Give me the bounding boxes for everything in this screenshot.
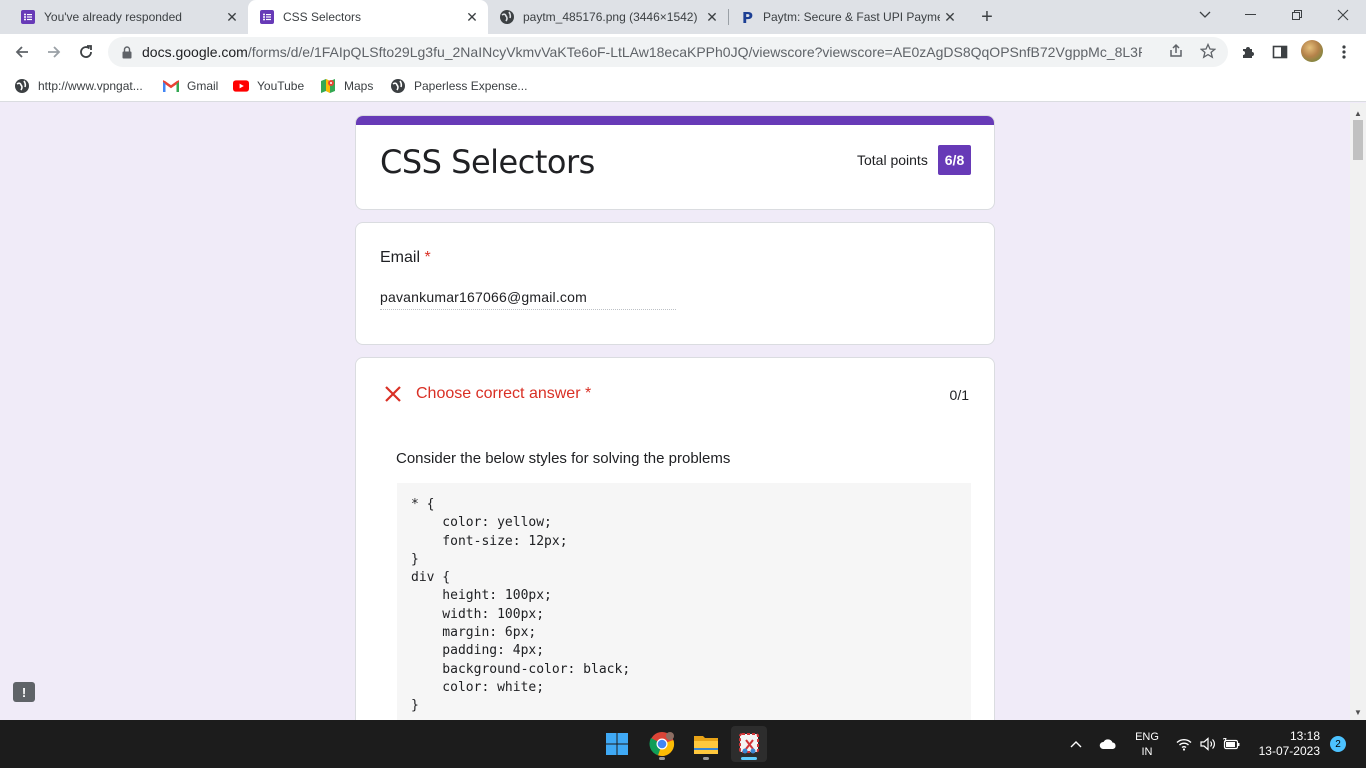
onedrive-cloud-icon[interactable] — [1096, 720, 1120, 768]
extensions-icon[interactable] — [1237, 41, 1259, 63]
email-card: Email * pavankumar167066@gmail.com — [355, 222, 995, 345]
form-title-card: CSS Selectors Total points 6/8 — [355, 115, 995, 210]
minimize-button[interactable] — [1231, 0, 1271, 30]
bookmark-label: Maps — [344, 79, 374, 93]
restore-button[interactable] — [1277, 0, 1317, 30]
total-points-label: Total points — [857, 152, 928, 168]
report-feedback-button[interactable]: ! — [13, 682, 35, 702]
bookmark-label: Paperless Expense... — [414, 79, 528, 93]
email-field: pavankumar167066@gmail.com — [380, 289, 676, 310]
tab-already-responded[interactable]: You've already responded ✕ — [0, 0, 248, 34]
gmail-icon — [163, 78, 179, 94]
new-tab-button[interactable]: + — [976, 6, 998, 28]
bookmark-label: YouTube — [257, 79, 305, 93]
question-title: Choose correct answer * — [416, 385, 591, 403]
browser-toolbar: docs.google.com/forms/d/e/1FAIpQLSfto29L… — [0, 34, 1366, 70]
tab-search-icon[interactable] — [1185, 0, 1225, 30]
language-indicator[interactable]: ENG IN — [1133, 730, 1161, 760]
more-menu-icon[interactable] — [1333, 41, 1355, 63]
tab-label: Paytm: Secure & Fast UPI Paymen — [763, 10, 940, 24]
bookmark-label: http://www.vpngat... — [38, 79, 143, 93]
region-code: IN — [1141, 746, 1153, 758]
tab-label: You've already responded — [44, 10, 182, 24]
language-code: ENG — [1135, 731, 1159, 743]
bookmark-paperless-expense[interactable]: Paperless Expense... — [390, 76, 527, 96]
show-hidden-icons-chevron-icon[interactable] — [1066, 720, 1086, 768]
battery-icon[interactable] — [1221, 720, 1243, 768]
running-indicator — [703, 757, 709, 760]
globe-icon — [14, 78, 30, 94]
question-title-text: Choose correct answer — [416, 385, 581, 402]
clock-date: 13-07-2023 — [1258, 744, 1320, 758]
paytm-icon: P — [739, 9, 755, 25]
email-label: Email * — [380, 249, 431, 267]
question-description: Consider the below styles for solving th… — [396, 450, 731, 467]
scroll-thumb[interactable] — [1353, 120, 1363, 160]
tab-label: CSS Selectors — [283, 10, 362, 24]
reload-button[interactable] — [72, 38, 100, 66]
running-indicator — [741, 757, 757, 760]
maps-icon — [320, 78, 336, 94]
form-title: CSS Selectors — [380, 143, 595, 181]
scroll-down-arrow-icon[interactable]: ▼ — [1350, 704, 1366, 720]
tab-label: paytm_485176.png (3446×1542) — [523, 10, 698, 24]
tab-paytm-site[interactable]: P Paytm: Secure & Fast UPI Paymen ✕ — [728, 0, 966, 34]
close-window-button[interactable] — [1323, 0, 1363, 30]
bookmarks-bar: http://www.vpngat... Gmail YouTube Maps … — [0, 70, 1366, 102]
system-clock[interactable]: 13:18 13-07-2023 — [1254, 729, 1320, 759]
close-tab-icon[interactable]: ✕ — [462, 7, 482, 27]
windows-taskbar: ENG IN 13:18 13-07-2023 2 — [0, 720, 1366, 768]
clock-time: 13:18 — [1289, 729, 1320, 743]
forward-button[interactable] — [40, 38, 68, 66]
bookmark-star-icon[interactable] — [1198, 41, 1218, 61]
bookmark-vpngate[interactable]: http://www.vpngat... — [14, 76, 143, 96]
share-icon[interactable] — [1166, 41, 1186, 61]
close-tab-icon[interactable]: ✕ — [702, 7, 722, 27]
google-forms-icon — [20, 9, 36, 25]
email-label-text: Email — [380, 249, 421, 266]
code-block: * { color: yellow; font-size: 12px; } di… — [397, 483, 971, 720]
globe-icon — [390, 78, 406, 94]
url-path: /forms/d/e/1FAIpQLSfto29Lg3fu_2NaINcyVkm… — [247, 44, 1142, 60]
file-explorer-icon[interactable] — [688, 726, 724, 762]
scroll-up-arrow-icon[interactable]: ▲ — [1350, 105, 1366, 121]
profile-avatar[interactable] — [1301, 40, 1323, 62]
tab-paytm-png[interactable]: paytm_485176.png (3446×1542) ✕ — [488, 0, 728, 34]
side-panel-icon[interactable] — [1269, 41, 1291, 63]
snipping-tool-icon[interactable] — [731, 726, 767, 762]
volume-icon[interactable] — [1198, 720, 1218, 768]
page-scrollbar[interactable]: ▲ ▼ — [1350, 103, 1366, 720]
form-accent-bar — [356, 116, 994, 125]
tab-strip: You've already responded ✕ CSS Selectors… — [0, 0, 1366, 34]
url-text: docs.google.com/forms/d/e/1FAIpQLSfto29L… — [142, 44, 1142, 60]
close-tab-icon[interactable]: ✕ — [222, 7, 242, 27]
url-host: docs.google.com — [142, 44, 248, 60]
total-points-badge: 6/8 — [938, 145, 971, 175]
required-mark: * — [584, 385, 592, 402]
incorrect-x-icon — [385, 386, 401, 402]
running-indicator — [659, 757, 665, 760]
bookmark-label: Gmail — [187, 79, 219, 93]
wifi-icon[interactable] — [1174, 720, 1194, 768]
lock-icon[interactable] — [120, 45, 134, 59]
close-tab-icon[interactable]: ✕ — [940, 7, 960, 27]
page-viewport: CSS Selectors Total points 6/8 Email * p… — [0, 103, 1350, 720]
svg-text:P: P — [742, 9, 753, 25]
question-card: Choose correct answer * 0/1 Consider the… — [355, 357, 995, 720]
required-mark: * — [424, 249, 431, 266]
notification-badge[interactable]: 2 — [1330, 736, 1346, 752]
globe-icon — [499, 9, 515, 25]
address-bar[interactable]: docs.google.com/forms/d/e/1FAIpQLSfto29L… — [108, 37, 1228, 67]
bookmark-youtube[interactable]: YouTube — [233, 76, 304, 96]
youtube-icon — [233, 78, 249, 94]
windows-start-icon[interactable] — [599, 726, 635, 762]
question-points: 0/1 — [949, 387, 969, 403]
bookmark-maps[interactable]: Maps — [320, 76, 373, 96]
tab-css-selectors[interactable]: CSS Selectors ✕ — [248, 0, 488, 34]
bookmark-gmail[interactable]: Gmail — [163, 76, 218, 96]
chrome-icon[interactable] — [644, 726, 680, 762]
back-button[interactable] — [8, 38, 36, 66]
google-forms-icon — [259, 9, 275, 25]
